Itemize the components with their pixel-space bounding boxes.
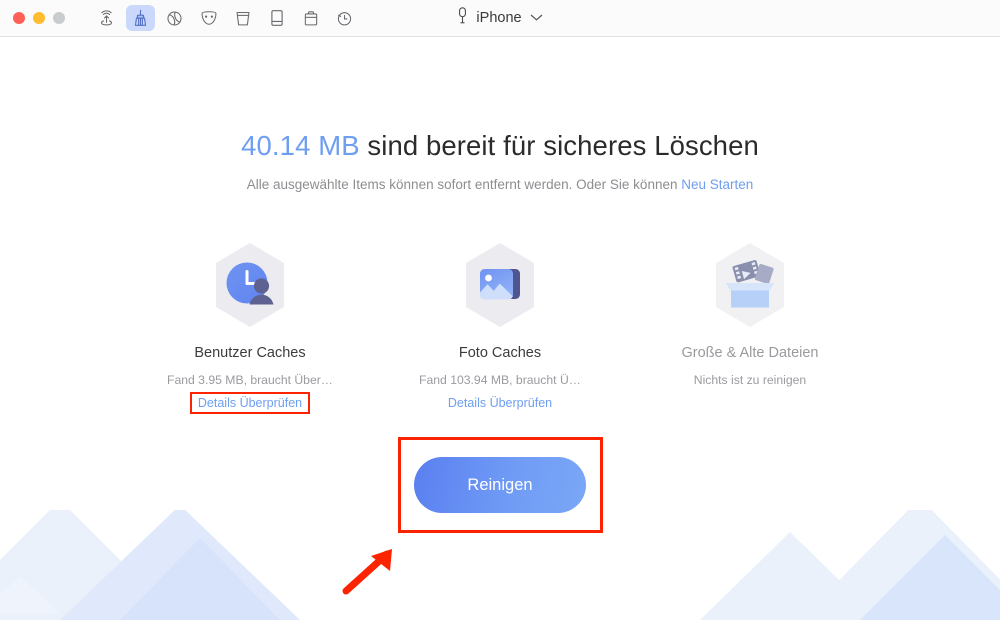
toolbox-icon[interactable] bbox=[296, 5, 325, 31]
device-name-label: iPhone bbox=[476, 10, 522, 26]
zoom-window-button[interactable] bbox=[53, 12, 65, 24]
chevron-down-icon[interactable] bbox=[530, 9, 543, 27]
review-details-label: Details Überprüfen bbox=[197, 396, 303, 410]
card-title: Benutzer Caches bbox=[194, 345, 306, 361]
clean-button[interactable]: Reinigen bbox=[414, 457, 586, 513]
cta-area: Reinigen bbox=[0, 437, 1000, 533]
card-large-old-files: Große & Alte Dateien Nichts ist zu reini… bbox=[625, 237, 875, 410]
highlight-box-clean-button: Reinigen bbox=[397, 437, 603, 533]
airdrop-icon[interactable] bbox=[92, 5, 121, 31]
app-window: iPhone 40.14 MB sind bereit für sicheres… bbox=[0, 0, 1000, 620]
photo-caches-icon bbox=[452, 237, 548, 333]
page-title: 40.14 MB sind bereit für sicheres Lösche… bbox=[0, 130, 1000, 162]
review-details-link-user-caches[interactable]: Details Überprüfen bbox=[189, 392, 311, 414]
red-arrow-pointer bbox=[342, 549, 392, 595]
card-user-caches: Benutzer Caches Fand 3.95 MB, braucht Üb… bbox=[125, 237, 375, 414]
minimize-window-button[interactable] bbox=[33, 12, 45, 24]
review-details-link-photo-caches[interactable]: Details Überprüfen bbox=[448, 396, 552, 410]
title-bar: iPhone bbox=[0, 0, 1000, 37]
clock-history-icon[interactable] bbox=[330, 5, 359, 31]
main-content: 40.14 MB sind bereit für sicheres Lösche… bbox=[0, 37, 1000, 620]
large-old-files-icon bbox=[702, 237, 798, 333]
headline-rest: sind bereit für sicheres Löschen bbox=[359, 130, 759, 161]
restart-scan-link[interactable]: Neu Starten bbox=[681, 177, 753, 192]
card-title: Foto Caches bbox=[458, 345, 542, 361]
cleanable-size-amount: 40.14 MB bbox=[241, 130, 360, 161]
globe-icon[interactable] bbox=[160, 5, 189, 31]
toolbar bbox=[92, 5, 364, 31]
subtitle-text: Alle ausgewählte Items können sofort ent… bbox=[246, 177, 682, 192]
device-screen-icon[interactable] bbox=[262, 5, 291, 31]
device-icon bbox=[457, 7, 468, 29]
mask-icon[interactable] bbox=[194, 5, 223, 31]
card-title: Große & Alte Dateien bbox=[681, 345, 819, 361]
traffic-light-controls bbox=[0, 12, 65, 24]
user-caches-icon bbox=[202, 237, 298, 333]
card-subtitle: Fand 3.95 MB, braucht Über… bbox=[167, 373, 333, 387]
card-photo-caches: Foto Caches Fand 103.94 MB, braucht Ü… D… bbox=[375, 237, 625, 410]
review-details-label: Details Überprüfen bbox=[447, 396, 553, 410]
device-selector-button[interactable]: iPhone bbox=[457, 7, 542, 29]
close-window-button[interactable] bbox=[13, 12, 25, 24]
card-subtitle: Nichts ist zu reinigen bbox=[693, 373, 807, 387]
page-subtitle: Alle ausgewählte Items können sofort ent… bbox=[0, 177, 1000, 192]
card-subtitle: Fand 103.94 MB, braucht Ü… bbox=[419, 373, 581, 387]
category-cards: Benutzer Caches Fand 3.95 MB, braucht Üb… bbox=[0, 237, 1000, 414]
broom-icon[interactable] bbox=[126, 5, 155, 31]
trash-icon[interactable] bbox=[228, 5, 257, 31]
